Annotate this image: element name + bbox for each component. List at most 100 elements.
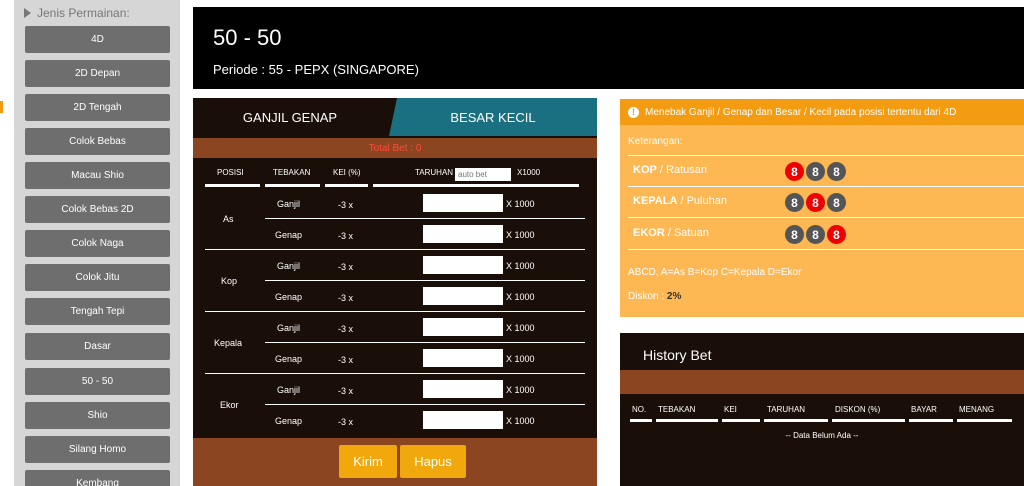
multiplier-label: X 1000 [506, 199, 535, 209]
row-divider [265, 342, 585, 343]
legend-text: ABCD, A=As B=Kop C=Kepala D=Ekor [628, 267, 802, 278]
kirim-button[interactable]: Kirim [339, 445, 397, 478]
multiplier-label: X 1000 [506, 261, 535, 271]
digit-ball: 8 [785, 162, 804, 181]
sidebar-item-colok-bebas-2d[interactable]: Colok Bebas 2D [25, 196, 170, 223]
diskon-value: 2% [666, 291, 682, 302]
auto-bet-input[interactable] [455, 168, 511, 181]
digit-ball: 8 [827, 225, 846, 244]
diskon-label: Diskon : [628, 291, 665, 302]
sidebar-item-2d-tengah[interactable]: 2D Tengah [25, 94, 170, 121]
kei-value: -3 x [338, 417, 354, 427]
hapus-button[interactable]: Hapus [400, 445, 466, 478]
col-underline [205, 184, 260, 187]
sidebar-item-colok-bebas[interactable]: Colok Bebas [25, 128, 170, 155]
bet-footer: Kirim Hapus [193, 438, 597, 486]
posisi-label: Kop [221, 276, 238, 286]
taruhan-input[interactable] [423, 225, 503, 243]
taruhan-input[interactable] [423, 349, 503, 367]
col-x1000: X1000 [517, 168, 541, 177]
digit-ball: 8 [827, 162, 846, 181]
position-label-kop: KOP / Ratusan [633, 164, 707, 176]
info-panel: ! Menebak Ganjil / Genap dan Besar / Kec… [620, 99, 1024, 317]
taruhan-input[interactable] [423, 287, 503, 305]
bet-tabs: GANJIL GENAP BESAR KECIL [193, 98, 597, 138]
history-col-underline [722, 419, 760, 422]
info-notice-text: Menebak Ganjil / Genap dan Besar / Kecil… [645, 106, 957, 118]
sidebar: Jenis Permainan: 4D 2D Depan 2D Tengah C… [0, 0, 180, 486]
multiplier-label: X 1000 [506, 354, 535, 364]
digit-ball: 8 [785, 193, 804, 212]
history-col-underline [832, 419, 905, 422]
position-name: KOP [633, 164, 657, 176]
info-divider [628, 186, 1024, 187]
multiplier-label: X 1000 [506, 416, 535, 426]
sidebar-item-2d-depan[interactable]: 2D Depan [25, 60, 170, 87]
tab-ganjil-genap[interactable]: GANJIL GENAP [193, 98, 387, 136]
history-col-no: NO. [632, 405, 647, 414]
history-col-underline [909, 419, 953, 422]
history-col-bayar: BAYAR [911, 405, 937, 414]
sidebar-item-macau-shio[interactable]: Macau Shio [25, 162, 170, 189]
keterangan-label: Keterangan: [628, 136, 683, 147]
row-divider [265, 218, 585, 219]
game-header: 50 - 50 Periode : 55 - PEPX (SINGAPORE) [193, 7, 1024, 89]
sidebar-item-kembang[interactable]: Kembang [25, 470, 170, 486]
col-posisi: POSISI [217, 168, 244, 177]
group-divider [205, 373, 585, 374]
group-divider [205, 249, 585, 250]
digit-ball: 8 [806, 162, 825, 181]
position-name: EKOR [633, 227, 665, 239]
posisi-label: Ekor [220, 400, 239, 410]
sidebar-item-tengah-tepi[interactable]: Tengah Tepi [25, 298, 170, 325]
sidebar-item-shio[interactable]: Shio [25, 402, 170, 429]
tab-besar-kecil[interactable]: BESAR KECIL [389, 98, 597, 136]
history-title: History Bet [643, 347, 712, 363]
kei-value: -3 x [338, 200, 354, 210]
exclamation-icon: ! [628, 106, 639, 118]
col-kei: KEI (%) [333, 168, 361, 177]
history-col-underline [764, 419, 828, 422]
posisi-label: Kepala [214, 338, 243, 348]
sidebar-item-colok-naga[interactable]: Colok Naga [25, 230, 170, 257]
kei-value: -3 x [338, 262, 354, 272]
multiplier-label: X 1000 [506, 292, 535, 302]
tebakan-label: Genap [275, 292, 303, 302]
taruhan-input[interactable] [423, 380, 503, 398]
history-panel: History Bet NO. TEBAKAN KEI TARUHAN DISK… [620, 333, 1024, 486]
sidebar-heading-label: Jenis Permainan: [37, 6, 130, 20]
position-desc: / Ratusan [656, 164, 707, 176]
bet-panel: GANJIL GENAP BESAR KECIL Total Bet : 0 P… [193, 98, 597, 486]
sidebar-gutter [0, 0, 14, 486]
position-desc: / Puluhan [677, 195, 727, 207]
position-label-kepala: KEPALA / Puluhan [633, 195, 727, 207]
kei-value: -3 x [338, 324, 354, 334]
sidebar-item-4d[interactable]: 4D [25, 26, 170, 53]
kei-value: -3 x [338, 355, 354, 365]
tebakan-label: Ganjil [277, 261, 301, 271]
row-divider [265, 404, 585, 405]
sidebar-item-50-50[interactable]: 50 - 50 [25, 368, 170, 395]
sidebar-heading: Jenis Permainan: [24, 6, 130, 20]
taruhan-input[interactable] [423, 256, 503, 274]
position-label-ekor: EKOR / Satuan [633, 227, 709, 239]
group-divider [205, 311, 585, 312]
row-divider [265, 280, 585, 281]
sidebar-item-silang-homo[interactable]: Silang Homo [25, 436, 170, 463]
taruhan-input[interactable] [423, 194, 503, 212]
history-col-tebakan: TEBAKAN [658, 405, 696, 414]
taruhan-input[interactable] [423, 411, 503, 429]
col-underline [265, 184, 320, 187]
kei-value: -3 x [338, 386, 354, 396]
history-col-diskon: DISKON (%) [835, 405, 881, 414]
ball-group-kepala: 8 8 8 [785, 193, 846, 212]
digit-ball: 8 [785, 225, 804, 244]
sidebar-item-dasar[interactable]: Dasar [25, 333, 170, 360]
history-col-underline [656, 419, 718, 422]
taruhan-input[interactable] [423, 318, 503, 336]
position-name: KEPALA [633, 195, 678, 207]
caret-right-icon [24, 8, 31, 18]
ball-group-kop: 8 8 8 [785, 162, 846, 181]
sidebar-item-colok-jitu[interactable]: Colok Jitu [25, 264, 170, 291]
tebakan-label: Genap [275, 354, 303, 364]
